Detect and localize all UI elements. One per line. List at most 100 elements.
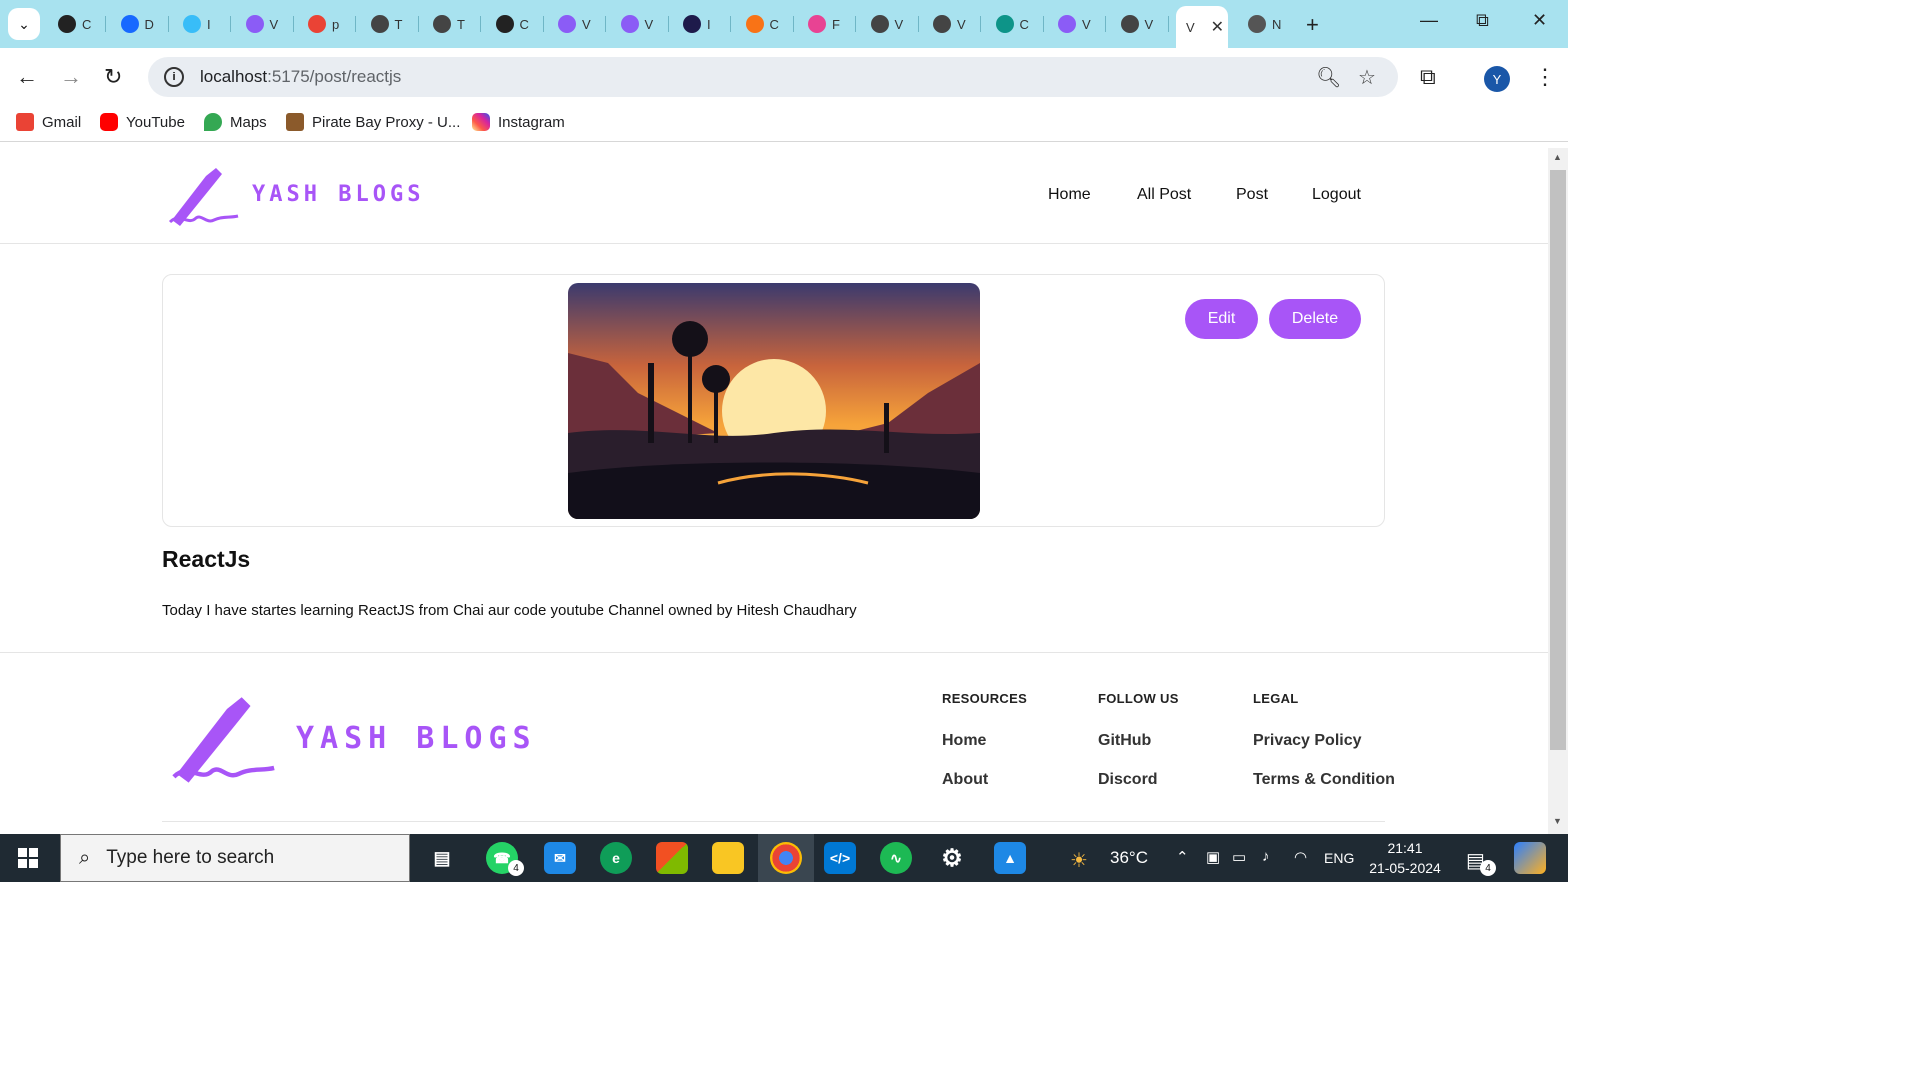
nav-home[interactable]: Home bbox=[1048, 186, 1091, 204]
browser-tab[interactable]: V bbox=[923, 8, 981, 40]
chevron-up-icon[interactable]: ⌃ bbox=[1176, 848, 1189, 866]
copilot-icon[interactable] bbox=[1514, 842, 1546, 874]
browser-tab[interactable]: V bbox=[1048, 8, 1106, 40]
wifi-icon[interactable]: ◠ bbox=[1294, 848, 1307, 866]
close-tab-icon[interactable]: ✕ bbox=[1211, 17, 1224, 37]
extensions-icon[interactable]: ⧉ bbox=[1420, 64, 1436, 90]
bookmark-gmail[interactable]: Gmail bbox=[16, 113, 81, 131]
footer-link-about[interactable]: About bbox=[942, 771, 988, 789]
vscode-icon[interactable]: </> bbox=[824, 842, 856, 874]
mail-icon[interactable]: ✉ bbox=[544, 842, 576, 874]
site-info-icon[interactable]: i bbox=[164, 67, 184, 87]
weather-temperature[interactable]: 36°C bbox=[1110, 848, 1148, 868]
taskbar-search-placeholder: Type here to search bbox=[106, 847, 275, 868]
pen-logo-icon[interactable] bbox=[166, 164, 242, 226]
tab-separator bbox=[230, 16, 231, 32]
battery-icon[interactable]: ▭ bbox=[1232, 848, 1246, 866]
browser-tab[interactable]: p bbox=[298, 8, 356, 40]
scroll-up-icon[interactable]: ▲ bbox=[1553, 152, 1562, 162]
pen-logo-icon bbox=[172, 697, 275, 783]
bookmark-label: Gmail bbox=[42, 113, 82, 131]
browser-tab[interactable]: D bbox=[111, 8, 169, 40]
task-view-icon[interactable]: ▤ bbox=[426, 842, 458, 874]
browser-tab[interactable]: C bbox=[736, 8, 794, 40]
nav-post[interactable]: Post bbox=[1236, 186, 1268, 204]
restore-icon[interactable]: ⧉ bbox=[1476, 10, 1489, 31]
edit-button[interactable]: Edit bbox=[1185, 299, 1258, 339]
bookmark-label: Maps bbox=[230, 113, 267, 131]
clock[interactable]: 21:41 21-05-2024 bbox=[1360, 838, 1450, 878]
browser-tab[interactable]: T bbox=[361, 8, 419, 40]
web-page: YASH BLOGS Home All Post Post Logout Edi… bbox=[0, 148, 1548, 834]
meet-icon[interactable]: ▣ bbox=[1206, 848, 1220, 866]
weather-icon[interactable]: ☀ bbox=[1070, 848, 1088, 873]
menu-icon[interactable]: ⋮ bbox=[1534, 64, 1556, 90]
browser-tab[interactable]: V bbox=[861, 8, 919, 40]
zoom-icon[interactable]: 🔍︎ bbox=[1316, 65, 1341, 90]
scroll-down-icon[interactable]: ▼ bbox=[1553, 816, 1562, 826]
scrollbar-thumb[interactable] bbox=[1550, 170, 1566, 750]
clock-date: 21-05-2024 bbox=[1369, 860, 1441, 876]
site-brand[interactable]: YASH BLOGS bbox=[252, 182, 424, 207]
bookmark-instagram[interactable]: Instagram bbox=[472, 113, 565, 131]
page-scrollbar[interactable]: ▲ ▼ bbox=[1548, 148, 1568, 834]
address-bar[interactable]: i localhost:5175/post/reactjs 🔍︎ ☆ bbox=[148, 57, 1398, 97]
footer-link-github[interactable]: GitHub bbox=[1098, 732, 1151, 750]
reload-icon[interactable]: ↻ bbox=[104, 64, 122, 90]
bookmark-youtube[interactable]: YouTube bbox=[100, 113, 185, 131]
browser-tab[interactable]: V bbox=[1111, 8, 1169, 40]
tab-last[interactable]: N bbox=[1238, 8, 1296, 40]
tab-search-button[interactable]: ⌄ bbox=[8, 8, 40, 40]
browser-tab[interactable]: C bbox=[48, 8, 106, 40]
browser-tab[interactable]: C bbox=[986, 8, 1044, 40]
browser-tab[interactable]: I bbox=[673, 8, 731, 40]
tab-separator bbox=[355, 16, 356, 32]
openai-icon bbox=[58, 15, 76, 33]
url-host: localhost bbox=[200, 67, 268, 86]
spotify-icon[interactable]: ∿ bbox=[880, 842, 912, 874]
tab-separator bbox=[1042, 16, 1044, 32]
browser-tab[interactable]: T bbox=[423, 8, 481, 40]
close-window-icon[interactable]: ✕ bbox=[1532, 10, 1547, 31]
bookmark-star-icon[interactable]: ☆ bbox=[1358, 65, 1376, 90]
minimize-icon[interactable]: — bbox=[1420, 10, 1438, 31]
maps-icon bbox=[204, 113, 222, 131]
file-explorer-icon[interactable] bbox=[712, 842, 744, 874]
bookmark-label: YouTube bbox=[126, 113, 185, 131]
tab-label: I bbox=[707, 16, 711, 32]
taskbar-search[interactable]: ⌕ Type here to search bbox=[60, 834, 410, 882]
nav-all-post[interactable]: All Post bbox=[1137, 186, 1191, 204]
bookmark-pirate-bay[interactable]: Pirate Bay Proxy - U... bbox=[286, 113, 460, 131]
browser-tab[interactable]: C bbox=[486, 8, 544, 40]
footer-link-privacy-policy[interactable]: Privacy Policy bbox=[1253, 732, 1362, 750]
browser-tab[interactable]: F bbox=[798, 8, 856, 40]
browser-tab[interactable]: V bbox=[548, 8, 606, 40]
nav-logout[interactable]: Logout bbox=[1312, 186, 1361, 204]
tab-label: V bbox=[957, 16, 966, 32]
edge-icon[interactable]: e bbox=[600, 842, 632, 874]
forward-icon[interactable]: → bbox=[60, 64, 82, 90]
photos-icon[interactable]: ▲ bbox=[994, 842, 1026, 874]
windows-start-icon[interactable] bbox=[18, 848, 38, 868]
volume-icon[interactable]: ♪ bbox=[1262, 848, 1270, 865]
store-icon[interactable] bbox=[656, 842, 688, 874]
footer-link-terms[interactable]: Terms & Condition bbox=[1253, 771, 1395, 789]
layers-icon bbox=[370, 15, 389, 33]
profile-avatar[interactable]: Y bbox=[1484, 66, 1510, 92]
tab-active[interactable]: V ✕ bbox=[1176, 6, 1228, 48]
tab-label: T bbox=[457, 16, 465, 32]
browser-tab[interactable]: I bbox=[173, 8, 231, 40]
browser-tab[interactable]: V bbox=[236, 8, 294, 40]
new-tab-icon[interactable]: + bbox=[1306, 12, 1319, 38]
back-icon[interactable]: ← bbox=[16, 64, 38, 90]
footer-link-discord[interactable]: Discord bbox=[1098, 771, 1158, 789]
url-text[interactable]: localhost:5175/post/reactjs bbox=[200, 67, 401, 87]
footer-link-home[interactable]: Home bbox=[942, 732, 986, 750]
footer-brand: YASH BLOGS bbox=[296, 721, 537, 756]
language-indicator[interactable]: ENG bbox=[1324, 850, 1354, 866]
bookmark-maps[interactable]: Maps bbox=[204, 113, 267, 131]
settings-gear-icon[interactable]: ⚙ bbox=[936, 842, 968, 874]
browser-tab[interactable]: V bbox=[611, 8, 669, 40]
chrome-icon[interactable] bbox=[770, 842, 802, 874]
delete-button[interactable]: Delete bbox=[1269, 299, 1361, 339]
